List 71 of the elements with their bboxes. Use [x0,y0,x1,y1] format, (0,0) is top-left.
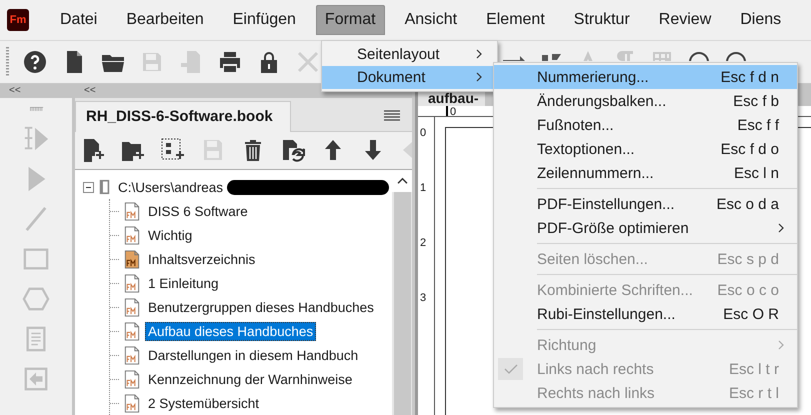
tree-item[interactable]: 2 Systemübersicht [145,394,262,412]
tree-item[interactable]: Kennzeichnung der Warnhinweise [145,370,356,388]
shortcut-text: Esc o c o [717,282,780,298]
scrollbar[interactable] [392,170,412,415]
add-selection-icon[interactable] [161,138,185,162]
menu-entry[interactable]: PDF-Einstellungen... Esc o d a [494,192,797,216]
tree-item[interactable]: Inhaltsverzeichnis [145,250,258,268]
ruler-number: 0 [420,127,428,139]
file-icon [124,394,140,412]
file-icon [124,274,140,292]
app-logo: Fm [7,9,29,31]
shortcut-text: Esc f d n [720,68,780,86]
help-icon[interactable] [23,50,47,74]
tree-item[interactable]: Benutzergruppen dieses Handbuches [145,298,377,316]
collapse-toggle[interactable] [83,182,94,192]
shortcut-text: Esc l n [734,164,780,182]
menu-entry[interactable]: Fußnoten... Esc f f [494,113,797,137]
printer-icon[interactable] [218,50,242,74]
shortcut-text: Esc f d o [720,140,780,158]
tree-item[interactable]: C:\Users\andreas [115,178,226,196]
file-icon [124,346,140,364]
menu-item[interactable]: Bearbeiten [117,5,213,35]
menu-item[interactable]: Review [650,5,720,35]
file-icon [124,226,140,244]
tree-item[interactable]: Darstellungen in diesem Handbuch [145,346,362,364]
shortcut-text: Esc O R [723,306,780,322]
menu-item[interactable]: Struktur [564,5,639,35]
menu-item[interactable]: Ansicht [396,5,466,35]
menu-item[interactable]: Element [477,5,554,35]
menu-entry[interactable]: Änderungsbalken... Esc f b [494,89,797,113]
menu-entry[interactable]: Seitenlayout [322,43,497,66]
ruler-number: 0 [446,106,456,116]
tree-item[interactable]: Aufbau dieses Handbuches [145,322,316,340]
chevron-icon [778,340,785,350]
file-icon [124,298,140,316]
file-icon [124,370,140,388]
panel-tab[interactable]: RH_DISS-6-Software.book [75,101,291,132]
menu-entry[interactable]: Zeilennummern... Esc l n [494,161,797,185]
tree-item[interactable]: DISS 6 Software [145,202,251,220]
collapse-button[interactable]: << [0,84,72,98]
menu-entry[interactable]: Rubi-Einstellungen... Esc O R [494,302,797,326]
ruler-number: 2 [420,237,428,249]
tree-item[interactable]: 1 Einleitung [145,274,222,292]
file-icon [124,250,140,268]
scroll-up-icon[interactable] [396,177,408,185]
shortcut-text: Esc l t r [728,360,780,378]
menu-icon[interactable] [384,110,400,122]
update-icon[interactable] [281,138,305,162]
ruler-number: 3 [420,292,428,304]
shortcut-text: Esc s p d [717,250,780,268]
file-icon [124,322,140,340]
menu-item[interactable]: Datei [51,5,106,35]
menu-entry[interactable]: Nummerierung... Esc f d n [494,65,797,89]
tree-item[interactable]: Wichtig [145,226,196,244]
shortcut-text: Esc r t l [728,384,780,402]
menu-item[interactable]: Einfügen [224,5,305,35]
chevron-icon [476,49,483,59]
menu-item[interactable]: Format [316,5,385,35]
shortcut-text: Esc o d a [716,196,780,212]
menu-entry[interactable]: PDF-Größe optimieren [494,216,797,240]
shortcut-text: Esc f f [737,116,780,134]
file-icon [124,202,140,220]
shortcut-text: Esc f b [733,92,780,110]
book-icon [99,179,110,195]
chevron-icon [476,72,483,82]
ruler-number: 1 [420,182,428,194]
toolbar-grip[interactable] [6,47,9,77]
chevron-icon [778,222,785,232]
menu-item[interactable]: Diens [731,5,790,35]
add-document-icon[interactable] [81,138,105,162]
menu-entry[interactable]: Textoptionen... Esc f d o [494,137,797,161]
